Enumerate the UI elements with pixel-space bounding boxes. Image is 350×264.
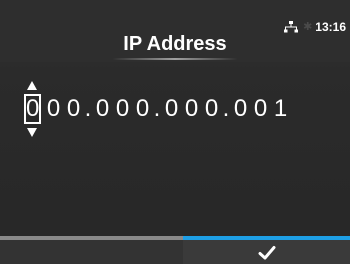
ip-digit[interactable]: 0 [233, 95, 248, 123]
ip-digit-slot[interactable]: 0 [135, 95, 150, 123]
screen: IP Address ✱ 13:16 000.000.000.001 [0, 0, 350, 264]
ip-digit[interactable]: 0 [115, 95, 130, 123]
ip-digit-slot[interactable]: 0 [184, 95, 199, 123]
ip-digit-slot[interactable]: 0 [233, 95, 248, 123]
ip-digit[interactable]: 0 [46, 95, 61, 123]
ip-digit-slot[interactable]: 0 [66, 95, 81, 123]
check-icon [258, 246, 276, 260]
ip-digit-slot[interactable]: 0 [253, 95, 268, 123]
decrement-arrow-icon[interactable] [27, 128, 37, 137]
status-bar: ✱ 13:16 [284, 20, 346, 34]
page-title: IP Address [123, 33, 227, 55]
ip-separator: . [222, 95, 230, 122]
ip-separator: . [153, 95, 161, 122]
network-icon [284, 21, 299, 33]
ip-digit-slot[interactable]: 0 [95, 95, 110, 123]
ip-digit-slot[interactable]: 0 [46, 95, 61, 123]
ip-digit[interactable]: 0 [204, 95, 219, 123]
increment-arrow-icon[interactable] [27, 81, 37, 90]
ip-digit[interactable]: 1 [273, 95, 288, 123]
ip-address-editor[interactable]: 000.000.000.001 [24, 81, 288, 137]
ip-digit[interactable]: 0 [66, 95, 81, 123]
ip-digit-slot[interactable]: 0 [164, 95, 179, 123]
header: IP Address ✱ 13:16 [0, 0, 350, 62]
title-underline [112, 58, 238, 60]
confirm-softkey[interactable] [183, 236, 350, 264]
ip-digit-slot[interactable]: 0 [24, 81, 41, 137]
clock: 13:16 [315, 20, 346, 34]
ip-digit[interactable]: 0 [135, 95, 150, 123]
ip-digit-slot[interactable]: 0 [204, 95, 219, 123]
ip-digit[interactable]: 0 [164, 95, 179, 123]
ip-digit[interactable]: 0 [95, 95, 110, 123]
ip-digit[interactable]: 0 [253, 95, 268, 123]
bluetooth-icon: ✱ [303, 20, 313, 33]
ip-digit-slot[interactable]: 1 [273, 95, 288, 123]
ip-digit-selected[interactable]: 0 [24, 94, 41, 124]
softkey-bar [0, 236, 350, 264]
ip-digit[interactable]: 0 [184, 95, 199, 123]
ip-separator: . [84, 95, 92, 122]
left-softkey[interactable] [0, 236, 183, 264]
ip-digit-slot[interactable]: 0 [115, 95, 130, 123]
